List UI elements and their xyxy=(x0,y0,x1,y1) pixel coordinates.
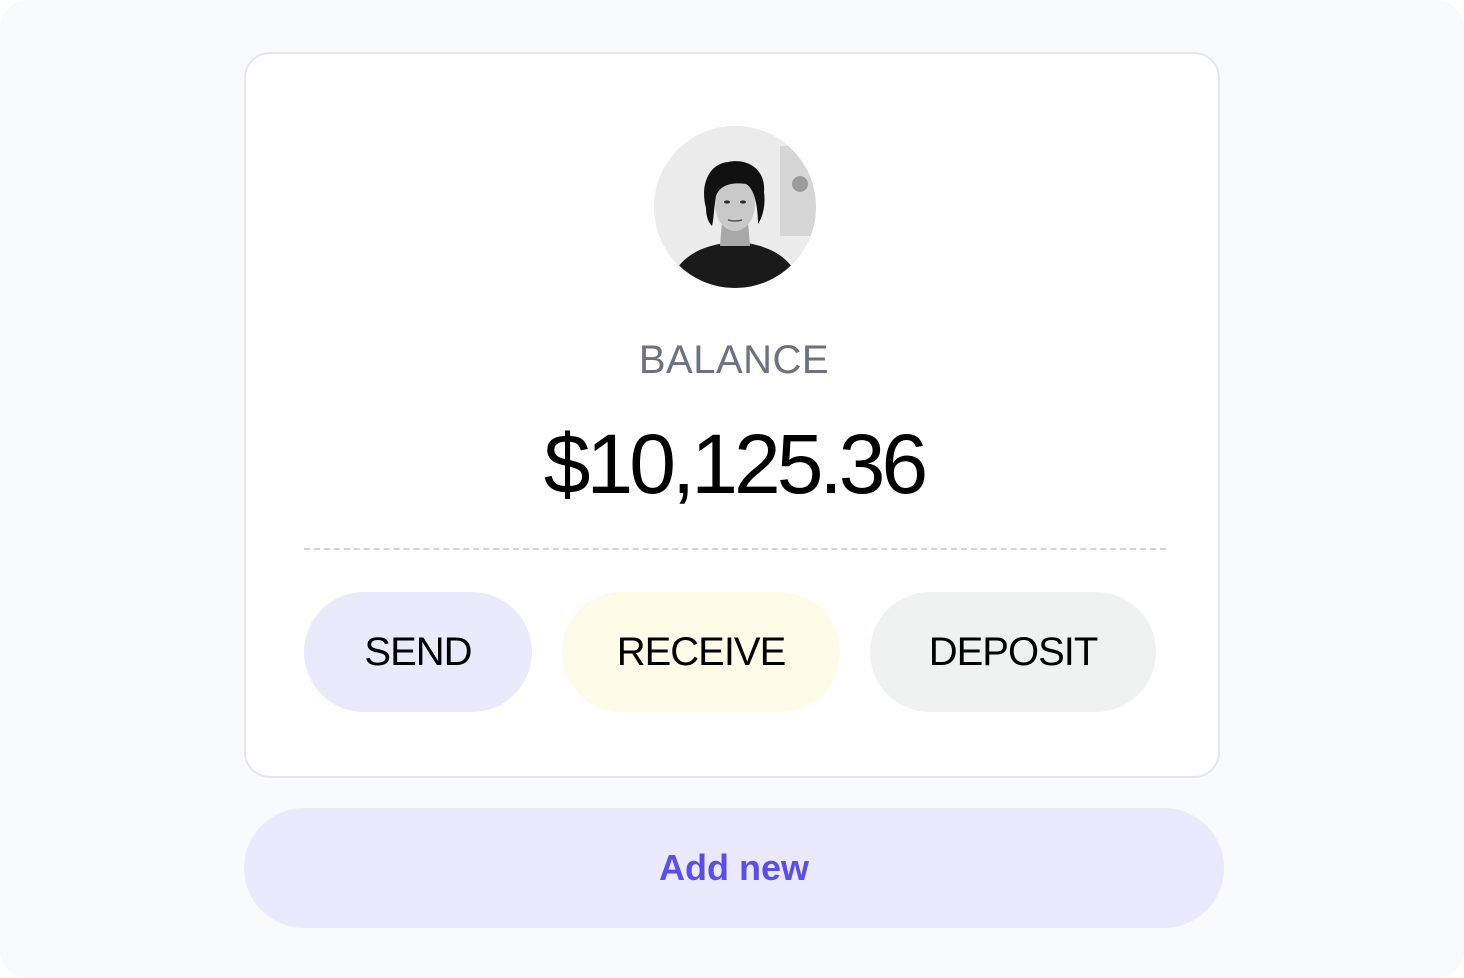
avatar xyxy=(654,126,816,288)
balance-card: BALANCE $10,125.36 SEND RECEIVE DEPOSIT xyxy=(244,52,1220,778)
send-button[interactable]: SEND xyxy=(304,592,532,712)
deposit-button[interactable]: DEPOSIT xyxy=(870,592,1156,712)
send-button-label: SEND xyxy=(364,629,472,674)
dashed-divider xyxy=(304,548,1166,550)
action-buttons: SEND RECEIVE DEPOSIT xyxy=(304,592,1166,712)
balance-amount: $10,125.36 xyxy=(543,417,928,511)
balance-label: BALANCE xyxy=(638,338,830,382)
avatar-portrait xyxy=(654,126,816,288)
add-new-button[interactable]: Add new xyxy=(244,808,1224,928)
receive-button-label: RECEIVE xyxy=(616,629,787,674)
add-new-label: Add new xyxy=(659,847,809,888)
receive-button[interactable]: RECEIVE xyxy=(562,592,840,712)
page-background: BALANCE $10,125.36 SEND RECEIVE DEPOSIT … xyxy=(0,0,1464,978)
deposit-button-label: DEPOSIT xyxy=(928,629,1099,674)
